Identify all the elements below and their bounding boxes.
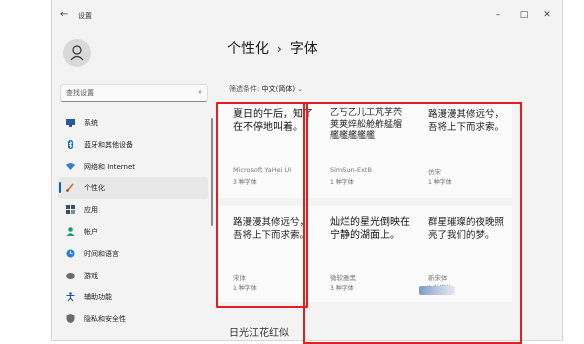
sidebar-item-bluetooth[interactable]: 蓝牙和其他设备 [58,134,208,156]
sidebar-item-label: 时间和语言 [84,249,119,258]
sidebar-item-network[interactable]: 网络和 Internet [58,156,208,178]
bluetooth-icon [66,139,75,149]
sidebar-item-label: 辅助功能 [84,293,112,302]
app-title: 设置 [78,12,92,20]
sidebar-item-accessibility[interactable]: 辅助功能 [58,286,208,308]
filter-dropdown[interactable]: 筛选条件: 中文(简体) ⌄ [229,84,303,94]
person-icon [70,45,84,61]
accessibility-icon [66,292,75,302]
sidebar-item-label: 隐私和安全性 [84,315,126,324]
sidebar-nav: 系统 蓝牙和其他设备 网络和 Internet 个性化 应用 帐户 时间和语言 [58,112,208,330]
sidebar-item-privacy[interactable]: 隐私和安全性 [58,308,208,330]
filter-value: 中文(简体) [261,85,296,93]
title-bar: ← 设置 – □ ✕ [52,0,562,34]
partial-font-preview: 日光江花红似 [229,328,289,339]
scrollbar[interactable] [211,118,213,226]
sidebar-item-gaming[interactable]: 游戏 [58,265,208,287]
gamepad-icon [66,271,75,280]
back-arrow-icon[interactable]: ← [60,9,74,23]
apps-icon [66,205,75,215]
chevron-down-icon: ⌄ [297,85,304,93]
sidebar-item-label: 网络和 Internet [84,162,136,171]
sidebar-item-label: 系统 [84,119,98,127]
breadcrumb-separator: › [277,42,282,56]
selected-indicator [59,182,61,194]
sidebar-item-label: 个性化 [84,184,105,193]
sidebar-item-label: 游戏 [84,271,98,280]
sidebar-item-system[interactable]: 系统 [58,112,208,134]
sidebar-item-label: 帐户 [84,227,98,236]
filter-label: 筛选条件: [229,85,260,93]
sidebar-item-label: 蓝牙和其他设备 [84,140,133,149]
minimize-button[interactable]: – [490,8,506,22]
blurred-region [419,286,455,295]
brush-icon [66,183,75,193]
shield-icon [66,314,75,324]
breadcrumb-parent[interactable]: 个性化 [227,41,269,57]
close-button[interactable]: ✕ [539,8,555,22]
search-input[interactable]: 查找设置 ⌕ [60,84,208,102]
sidebar-item-apps[interactable]: 应用 [58,199,208,221]
highlight-box-right [303,102,522,344]
sidebar-item-label: 应用 [84,206,98,215]
globe-icon [66,249,75,258]
search-icon: ⌕ [198,88,202,96]
search-placeholder: 查找设置 [66,89,94,97]
maximize-button[interactable]: □ [516,8,532,22]
monitor-icon [66,118,75,127]
person-icon [66,227,75,236]
sidebar-item-personalization[interactable]: 个性化 [58,177,208,200]
highlight-box-left [216,102,308,308]
sidebar-item-time-language[interactable]: 时间和语言 [58,243,208,265]
sidebar-item-accounts[interactable]: 帐户 [58,221,208,243]
page-title: 字体 [289,41,318,57]
breadcrumb: 个性化 › 字体 [227,38,318,58]
avatar[interactable] [63,39,91,67]
wifi-icon [66,162,75,171]
